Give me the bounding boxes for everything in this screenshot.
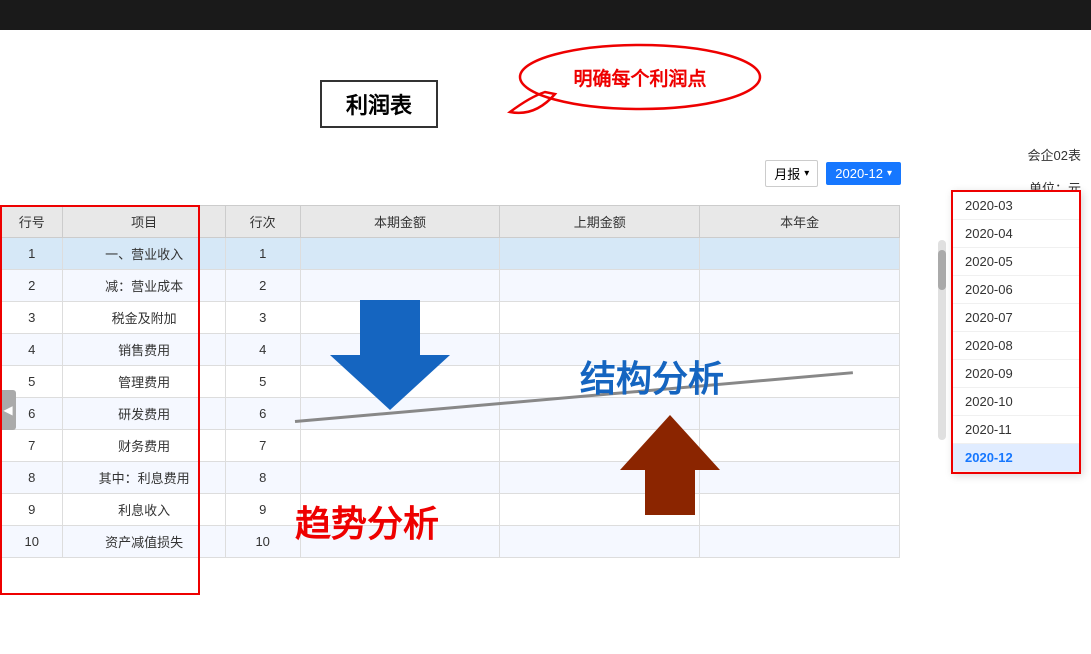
- dropdown-item-6[interactable]: 2020-09: [953, 360, 1079, 388]
- cell-bn: [700, 238, 900, 270]
- table-row: 10 资产减值损失 10: [1, 526, 900, 558]
- cell-sq: [500, 526, 700, 558]
- table-row: 1 一、营业收入 1: [1, 238, 900, 270]
- header-hangci: 行次: [225, 206, 300, 238]
- cell-xiangmu: 资产减值损失: [63, 526, 225, 558]
- cell-hangci: 2: [225, 270, 300, 302]
- dropdown-item-5[interactable]: 2020-08: [953, 332, 1079, 360]
- cell-hangci: 9: [225, 494, 300, 526]
- table-row: 4 销售费用 4: [1, 334, 900, 366]
- cell-hangci: 7: [225, 430, 300, 462]
- cell-bn: [700, 430, 900, 462]
- chevron-down-icon: ▾: [804, 168, 809, 179]
- period-type-select[interactable]: 月报 ▾: [765, 160, 818, 187]
- table-row: 8 其中：利息费用 8: [1, 462, 900, 494]
- top-bar: [0, 0, 1091, 30]
- cell-bn: [700, 398, 900, 430]
- cell-xiangmu: 财务费用: [63, 430, 225, 462]
- cell-bq: [300, 462, 500, 494]
- cell-bq: [300, 238, 500, 270]
- arrow-head: [330, 355, 450, 410]
- table-row: 9 利息收入 9: [1, 494, 900, 526]
- dropdown-item-9[interactable]: 2020-12: [953, 444, 1079, 472]
- cell-hangci: 3: [225, 302, 300, 334]
- qushi-label: 趋势分析: [295, 495, 439, 547]
- cell-xiangmu: 减：营业成本: [63, 270, 225, 302]
- cell-hangci: 8: [225, 462, 300, 494]
- cell-sq: [500, 302, 700, 334]
- dropdown-scrollbar[interactable]: [938, 240, 946, 440]
- dropdown-item-1[interactable]: 2020-04: [953, 220, 1079, 248]
- arrow-body: [360, 300, 420, 355]
- cell-sq: [500, 238, 700, 270]
- cell-bq: [300, 430, 500, 462]
- period-value-label: 2020-12: [835, 166, 883, 181]
- report-title: 利润表: [320, 80, 438, 128]
- header-bn: 本年金: [700, 206, 900, 238]
- cell-hang: 8: [1, 462, 63, 494]
- cell-xiangmu: 管理费用: [63, 366, 225, 398]
- cell-xiangmu: 税金及附加: [63, 302, 225, 334]
- cell-xiangmu: 一、营业收入: [63, 238, 225, 270]
- cell-sq: [500, 270, 700, 302]
- dropdown-item-8[interactable]: 2020-11: [953, 416, 1079, 444]
- cell-hangci: 10: [225, 526, 300, 558]
- table-row: 2 减：营业成本 2: [1, 270, 900, 302]
- cell-bn: [700, 526, 900, 558]
- cell-xiangmu: 研发费用: [63, 398, 225, 430]
- dropdown-item-2[interactable]: 2020-05: [953, 248, 1079, 276]
- header-hang: 行号: [1, 206, 63, 238]
- dropdown-item-3[interactable]: 2020-06: [953, 276, 1079, 304]
- svg-text:明确每个利润点: 明确每个利润点: [573, 67, 706, 90]
- cell-hangci: 4: [225, 334, 300, 366]
- brown-up-arrow: [620, 415, 720, 515]
- left-expand-button[interactable]: ◀: [0, 390, 16, 430]
- dropdown-item-0[interactable]: 2020-03: [953, 192, 1079, 220]
- cell-bn: [700, 270, 900, 302]
- dropdown-item-7[interactable]: 2020-10: [953, 388, 1079, 416]
- header-xiangmu: 项目: [63, 206, 225, 238]
- scrollbar-thumb: [938, 250, 946, 290]
- period-type-label: 月报: [774, 164, 800, 183]
- header-controls: 月报 ▾ 2020-12 ▾: [765, 160, 901, 187]
- callout-bubble: 明确每个利润点: [480, 42, 770, 127]
- cell-bn: [700, 462, 900, 494]
- table-row: 3 税金及附加 3: [1, 302, 900, 334]
- main-area: 利润表 明确每个利润点 会企02表 月报 ▾ 2020-12 ▾ 单位：元 20…: [0, 30, 1091, 654]
- qushi-text: 趋势分析: [295, 503, 439, 544]
- jiegou-label: 结构分析: [580, 350, 724, 402]
- cell-hangci: 5: [225, 366, 300, 398]
- cell-hang: 2: [1, 270, 63, 302]
- table-row: 6 研发费用 6: [1, 398, 900, 430]
- jiegou-text: 结构分析: [580, 358, 724, 399]
- cell-bq: [300, 270, 500, 302]
- cell-hang: 1: [1, 238, 63, 270]
- cell-hangci: 6: [225, 398, 300, 430]
- expand-icon: ◀: [3, 403, 12, 417]
- cell-hang: 4: [1, 334, 63, 366]
- cell-bn: [700, 494, 900, 526]
- company-label: 会企02表: [1028, 145, 1081, 164]
- cell-hang: 9: [1, 494, 63, 526]
- cell-hangci: 1: [225, 238, 300, 270]
- period-value-select[interactable]: 2020-12 ▾: [826, 162, 901, 185]
- header-sq: 上期金额: [500, 206, 700, 238]
- arrow-up-head: [620, 415, 720, 470]
- dropdown-item-4[interactable]: 2020-07: [953, 304, 1079, 332]
- header-bq: 本期金额: [300, 206, 500, 238]
- cell-xiangmu: 利息收入: [63, 494, 225, 526]
- cell-bn: [700, 302, 900, 334]
- cell-hang: 10: [1, 526, 63, 558]
- company-text: 会企02表: [1028, 148, 1081, 163]
- arrow-up-body: [645, 470, 695, 515]
- period-dropdown[interactable]: 2020-03 2020-04 2020-05 2020-06 2020-07 …: [951, 190, 1081, 474]
- title-text: 利润表: [346, 93, 412, 118]
- cell-xiangmu: 销售费用: [63, 334, 225, 366]
- cell-xiangmu: 其中：利息费用: [63, 462, 225, 494]
- cell-hang: 3: [1, 302, 63, 334]
- cell-hang: 7: [1, 430, 63, 462]
- table-row: 7 财务费用 7: [1, 430, 900, 462]
- cell-bn: [700, 334, 900, 366]
- chevron-down-icon-2: ▾: [887, 168, 892, 179]
